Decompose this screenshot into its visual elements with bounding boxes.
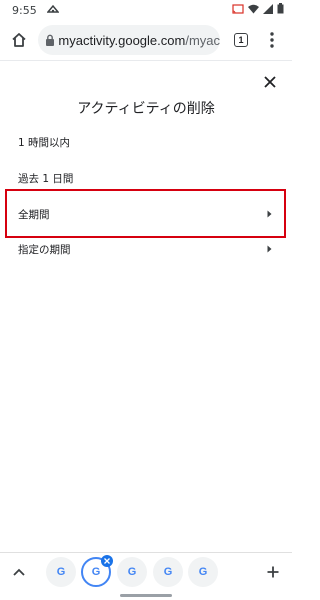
google-g-icon: G (163, 566, 173, 578)
expand-tabs-button[interactable] (10, 563, 28, 581)
status-time: 9:55 (12, 3, 37, 17)
dialog-title: アクティビティの削除 (77, 101, 215, 117)
chevron-up-icon (13, 568, 25, 576)
notification-icon (46, 4, 60, 17)
option-last-hour[interactable]: 1 時間以内 (0, 124, 292, 160)
wifi-icon (248, 4, 259, 17)
home-icon (12, 33, 26, 47)
close-button[interactable] (258, 70, 282, 94)
more-menu-button[interactable] (262, 30, 282, 50)
url-host: myactivity.google.com (58, 32, 186, 48)
google-g-icon: G (91, 566, 101, 578)
close-icon (264, 76, 276, 88)
tab-item[interactable]: G (153, 557, 183, 587)
tab-item[interactable]: G (188, 557, 218, 587)
highlight-box (5, 189, 286, 238)
browser-toolbar: myactivity.google.com/myac 1 (0, 20, 292, 60)
option-label: 1 時間以内 (18, 136, 71, 149)
home-button[interactable] (8, 29, 30, 51)
option-label: 指定の期間 (18, 243, 71, 256)
gesture-nav-bar[interactable] (120, 594, 172, 597)
close-icon (104, 558, 110, 564)
url-text: myactivity.google.com/myac (58, 33, 220, 48)
battery-icon (277, 3, 284, 17)
address-bar[interactable]: myactivity.google.com/myac (38, 25, 220, 55)
new-tab-button[interactable] (264, 563, 282, 581)
lock-icon (42, 34, 58, 46)
status-bar: 9:55 (0, 0, 292, 20)
google-g-icon: G (56, 566, 66, 578)
cast-icon (232, 3, 244, 17)
tab-item-active[interactable]: G (81, 555, 113, 587)
url-path: /myac (185, 32, 220, 48)
plus-icon (267, 566, 279, 578)
tab-count: 1 (234, 33, 248, 47)
google-g-icon: G (127, 566, 137, 578)
signal-icon (263, 3, 273, 17)
toolbar-divider (0, 60, 292, 61)
tab-item[interactable]: G (46, 557, 76, 587)
google-g-icon: G (198, 566, 208, 578)
more-vert-icon (270, 32, 274, 48)
option-label: 過去 1 日間 (18, 172, 74, 185)
tab-switcher-button[interactable]: 1 (231, 30, 251, 50)
close-tab-button[interactable] (101, 555, 113, 567)
tab-strip: G G G G G (0, 552, 292, 592)
tab-item[interactable]: G (117, 557, 147, 587)
